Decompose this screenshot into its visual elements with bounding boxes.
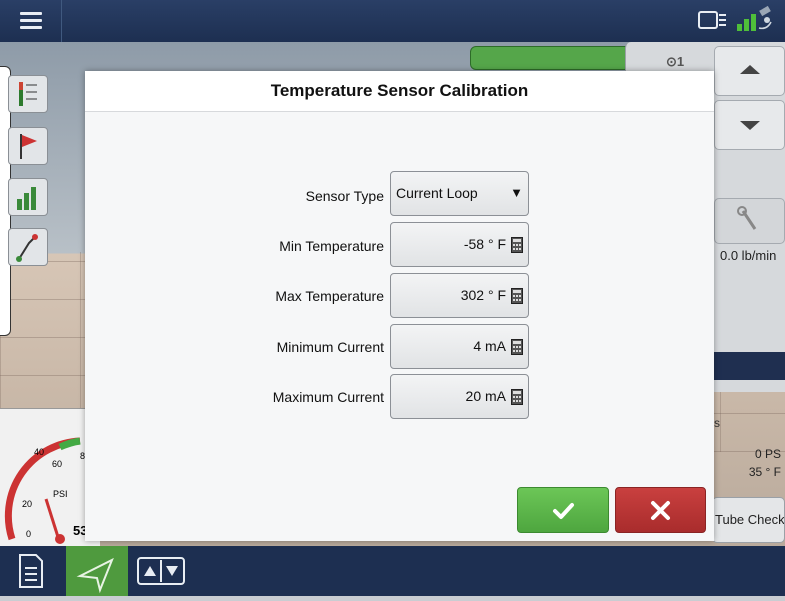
minimum-current-label: Minimum Current — [276, 339, 384, 355]
gauge-tick-40: 40 — [34, 447, 45, 457]
scroll-up-button[interactable] — [714, 46, 785, 96]
max-temperature-field[interactable]: 302 ° F — [390, 273, 529, 318]
minimum-current-field[interactable]: 4 mA — [390, 324, 529, 369]
section-label: s — [714, 416, 720, 430]
dropdown-arrow-icon: ▼ — [510, 185, 523, 200]
display-icon[interactable] — [695, 0, 785, 42]
maximum-current-label: Maximum Current — [272, 389, 384, 405]
navigation-button[interactable] — [66, 546, 128, 596]
calibration-dialog: Temperature Sensor Calibration Sensor Ty… — [85, 71, 714, 541]
sensor-type-value: Current Loop — [396, 185, 478, 201]
min-temperature-label: Min Temperature — [279, 238, 384, 254]
dialog-title: Temperature Sensor Calibration — [270, 81, 529, 100]
max-temperature-value: 302 ° F — [460, 287, 506, 303]
temperature-value: 35 ° F — [748, 465, 781, 479]
dark-strip — [714, 352, 785, 380]
gauge-unit: PSI — [53, 489, 68, 499]
gauge-tick-20: 20 — [22, 499, 33, 509]
bottom-nav-bar — [0, 546, 785, 596]
flag-tab-icon[interactable] — [8, 127, 48, 165]
calculator-icon — [511, 237, 523, 253]
status-bar-green — [470, 46, 634, 70]
menu-icon[interactable] — [0, 0, 62, 42]
checkmark-icon — [553, 503, 574, 519]
pressure-value: 0 PS — [754, 447, 781, 461]
pressure-readout: 0 PS 35 ° F — [749, 445, 781, 481]
document-icon — [19, 554, 43, 588]
gauge-tick-60: 60 — [52, 459, 63, 469]
top-bar — [0, 0, 785, 42]
calculator-icon — [511, 288, 523, 304]
path-tab-icon[interactable] — [8, 228, 48, 266]
maximum-current-value: 20 mA — [465, 388, 506, 404]
confirm-button[interactable] — [517, 487, 609, 533]
min-temperature-field[interactable]: -58 ° F — [390, 222, 529, 267]
calculator-icon — [511, 339, 523, 355]
calculator-icon — [511, 389, 523, 405]
min-temperature-value: -58 ° F — [463, 236, 506, 252]
dialog-header: Temperature Sensor Calibration — [85, 71, 714, 112]
rate-readout: 0.0 lb/min — [720, 248, 777, 263]
down-arrow-icon — [740, 121, 760, 130]
gps-satellite-icon — [737, 5, 772, 31]
split-view-button[interactable] — [132, 546, 194, 596]
cancel-button[interactable] — [615, 487, 706, 533]
wrench-button[interactable] — [714, 198, 785, 244]
x-icon — [651, 501, 670, 520]
product-count: ⊙1 — [666, 54, 685, 69]
sensor-type-dropdown[interactable]: Current Loop ▼ — [390, 171, 529, 216]
max-temperature-label: Max Temperature — [275, 288, 384, 304]
navigation-arrow-icon — [76, 557, 114, 594]
up-arrow-icon — [740, 65, 760, 74]
scroll-down-button[interactable] — [714, 100, 785, 150]
tube-check-button[interactable]: Tube Check — [712, 497, 785, 543]
document-button[interactable] — [0, 546, 62, 596]
split-view-icon — [137, 557, 185, 585]
gauge-tick-0: 0 — [26, 529, 32, 539]
chart-tab-icon[interactable] — [8, 178, 48, 216]
maximum-current-field[interactable]: 20 mA — [390, 374, 529, 419]
layers-tab-icon[interactable] — [8, 75, 48, 113]
sensor-type-label: Sensor Type — [305, 188, 384, 204]
status-area — [695, 0, 785, 42]
minimum-current-value: 4 mA — [473, 338, 506, 354]
wrench-icon — [737, 206, 757, 230]
